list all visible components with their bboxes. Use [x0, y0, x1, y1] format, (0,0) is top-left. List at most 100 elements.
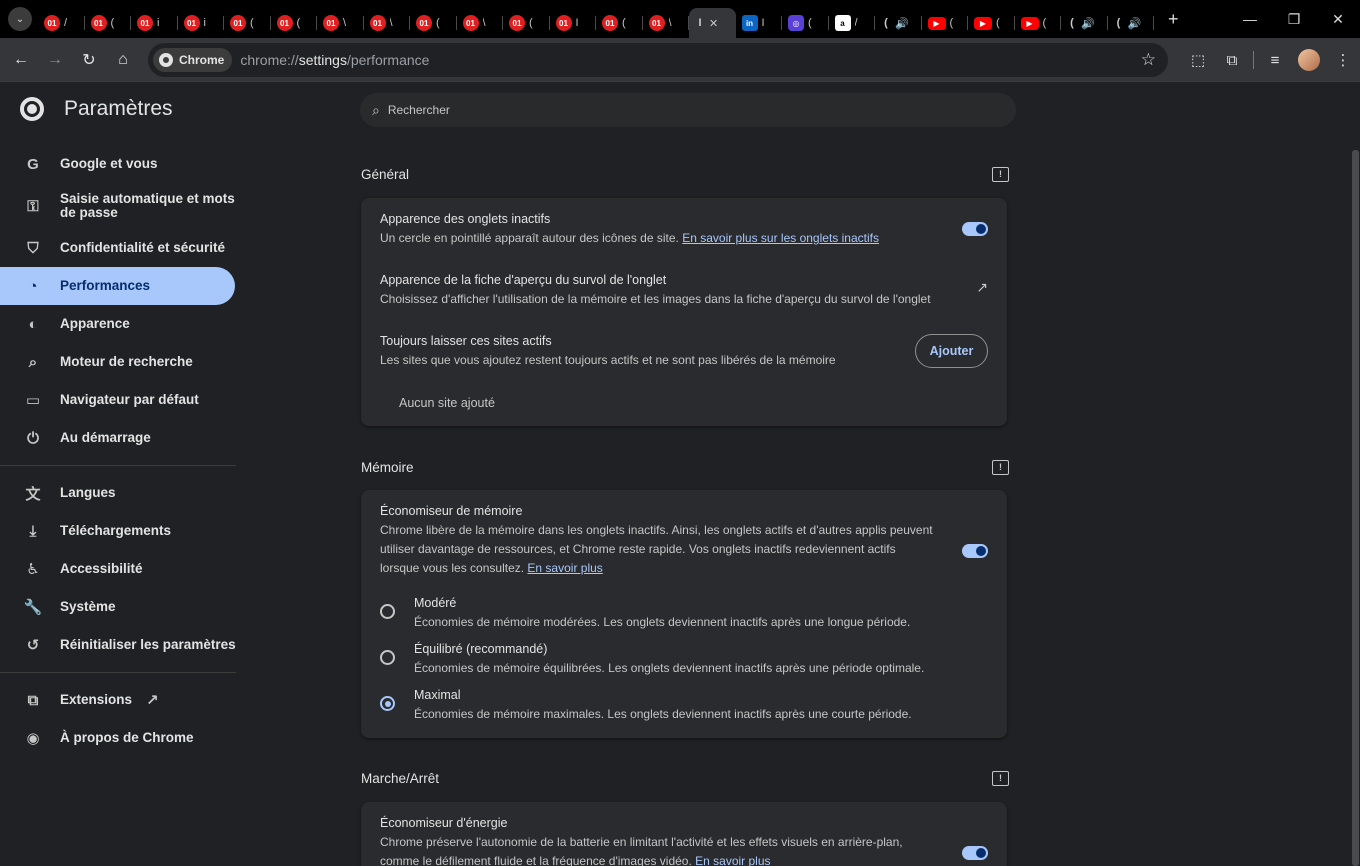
tab-search-button[interactable]: ⌄ — [8, 7, 32, 31]
profile-avatar[interactable] — [1292, 43, 1326, 77]
address-bar[interactable]: Chrome chrome://settings/performance ☆ — [148, 43, 1168, 77]
memory-saver-row[interactable]: Économiseur de mémoire Chrome libère de … — [380, 502, 988, 580]
extension-icon[interactable]: ⬚ — [1181, 43, 1215, 77]
radio-button-selected[interactable] — [380, 696, 395, 711]
add-site-button[interactable]: Ajouter — [915, 334, 988, 368]
sidebar-item-accessibility[interactable]: ♿ Accessibilité — [0, 550, 240, 588]
browser-tab[interactable]: 01 \ — [643, 8, 690, 38]
memory-option-moderate[interactable]: Modéré Économies de mémoire modérées. Le… — [380, 594, 988, 634]
feedback-icon[interactable]: ! — [992, 770, 1009, 786]
memory-card: Économiseur de mémoire Chrome libère de … — [361, 490, 1007, 738]
browser-tab[interactable]: (🔊 — [875, 8, 922, 38]
memory-saver-toggle[interactable] — [962, 544, 988, 558]
tab-favicon: 01 — [555, 15, 572, 31]
settings-search-input[interactable]: ⌕ Rechercher — [360, 93, 1016, 127]
tab-title: ( — [1042, 17, 1047, 29]
browser-tab[interactable]: 01( — [410, 8, 457, 38]
browser-tab[interactable]: 01 \ — [457, 8, 504, 38]
browser-tab[interactable]: (🔊 — [1061, 8, 1108, 38]
energy-saver-toggle[interactable] — [962, 846, 988, 860]
feedback-icon[interactable]: ! — [992, 166, 1009, 182]
browser-tab[interactable]: ▶( — [968, 8, 1015, 38]
sidebar-item-default-browser[interactable]: ▭ Navigateur par défaut — [0, 381, 240, 419]
scrollbar-thumb[interactable] — [1352, 150, 1359, 866]
browser-tab[interactable]: a / — [829, 8, 876, 38]
media-queue-icon[interactable]: ≡ — [1258, 43, 1292, 77]
browser-tab[interactable]: in I — [736, 8, 783, 38]
back-button[interactable]: ← — [4, 43, 38, 77]
sidebar-item-reset[interactable]: ↺ Réinitialiser les paramètres — [0, 626, 240, 664]
tab-active[interactable]: I ✕ — [689, 8, 736, 38]
sidebar-item-languages[interactable]: 文 Langues — [0, 474, 240, 512]
tab-favicon: 01 — [183, 15, 200, 31]
tab-favicon: 01 — [509, 15, 525, 31]
tab-title: ( — [296, 17, 301, 29]
browser-tab[interactable]: 01 I — [550, 8, 597, 38]
browser-tab[interactable]: (🔊 — [1108, 8, 1155, 38]
open-external-icon[interactable]: ↗ — [976, 279, 988, 296]
home-button[interactable]: ⌂ — [106, 43, 140, 77]
browser-tab[interactable]: ◎( — [782, 8, 829, 38]
settings-nav: G Google et vous ⚿ Saisie automatique et m… — [0, 145, 240, 757]
close-icon[interactable]: ✕ — [1316, 0, 1360, 38]
row-subtitle: utiliser davantage de ressources, et Chr… — [380, 542, 896, 556]
hover-card-row[interactable]: Apparence de la fiche d'aperçu du survol… — [380, 271, 988, 311]
browser-tab[interactable]: 01 \ — [364, 8, 411, 38]
feedback-icon[interactable]: ! — [992, 459, 1009, 475]
restore-icon[interactable]: ❐ — [1272, 0, 1316, 38]
sidebar-item-performance[interactable]: ◔ Performances — [0, 267, 235, 305]
tab-favicon: ▶ — [974, 16, 992, 30]
browser-tab[interactable]: 01( — [596, 8, 643, 38]
sidebar-item-downloads[interactable]: ⤓ Téléchargements — [0, 512, 240, 550]
extensions-puzzle-icon[interactable]: ⧉ — [1215, 43, 1249, 77]
radio-button[interactable] — [380, 604, 395, 619]
site-info-chip[interactable]: Chrome — [153, 48, 233, 72]
browser-tab[interactable]: 01 i — [131, 8, 178, 38]
key-icon: ⚿ — [27, 197, 39, 215]
page-scrollbar[interactable] — [1351, 136, 1360, 866]
sidebar-item-about[interactable]: ◉ À propos de Chrome — [0, 719, 240, 757]
browser-tab[interactable]: 01 \ — [317, 8, 364, 38]
sidebar-item-system[interactable]: 🔧 Système — [0, 588, 240, 626]
memory-option-maximal[interactable]: Maximal Économies de mémoire maximales. … — [380, 686, 988, 726]
row-subtitle-text: Un cercle en pointillé apparaît autour d… — [380, 231, 679, 245]
speedometer-icon: ◔ — [28, 277, 38, 295]
browser-tab[interactable]: 01( — [85, 8, 132, 38]
browser-tab[interactable]: 01 / — [38, 8, 85, 38]
sidebar-item-appearance[interactable]: ◐ Apparence — [0, 305, 240, 343]
browser-tab[interactable]: 01( — [271, 8, 318, 38]
memory-option-balanced[interactable]: Équilibré (recommandé) Économies de mémo… — [380, 640, 988, 680]
reload-button[interactable]: ↻ — [72, 43, 106, 77]
sidebar-item-search-engine[interactable]: ⌕ Moteur de recherche — [0, 343, 240, 381]
search-placeholder: Rechercher — [387, 103, 450, 117]
tab-title: ( — [808, 17, 812, 29]
sidebar-item-autofill[interactable]: ⚿ Saisie automatique et mots de passe — [0, 183, 240, 229]
inactive-tabs-toggle[interactable] — [962, 222, 988, 236]
bookmark-star-icon[interactable]: ☆ — [1141, 50, 1156, 70]
sidebar-item-privacy[interactable]: ⛉ Confidentialité et sécurité — [0, 229, 240, 267]
sidebar-item-startup[interactable]: ⏻ Au démarrage — [0, 419, 240, 457]
url-host: settings — [298, 52, 347, 68]
forward-button[interactable]: → — [38, 43, 72, 77]
sidebar-divider — [0, 465, 236, 466]
energy-learn-more-link[interactable]: En savoir plus — [695, 854, 770, 866]
browser-tab[interactable]: 01( — [224, 8, 271, 38]
inactive-tabs-learn-more-link[interactable]: En savoir plus sur les onglets inactifs — [682, 231, 879, 245]
inactive-tabs-row[interactable]: Apparence des onglets inactifs Un cercle… — [380, 210, 988, 250]
browser-tab[interactable]: 01 i — [178, 8, 225, 38]
radio-button[interactable] — [380, 650, 395, 665]
browser-tab[interactable]: ▶( — [1015, 8, 1062, 38]
memory-learn-more-link[interactable]: En savoir plus — [527, 561, 602, 575]
tab-close-icon[interactable]: ✕ — [709, 17, 718, 30]
sidebar-item-google[interactable]: G Google et vous — [0, 145, 240, 183]
menu-kebab-icon[interactable]: ⋮ — [1326, 43, 1360, 77]
browser-tab[interactable]: ▶( — [922, 8, 969, 38]
minimize-icon[interactable]: — — [1228, 0, 1272, 38]
tab-favicon: ◎ — [788, 15, 804, 31]
sidebar-item-extensions[interactable]: ⧉ Extensions ↗ — [0, 681, 240, 719]
browser-tab[interactable]: 01( — [503, 8, 550, 38]
settings-brand: Paramètres — [20, 97, 173, 121]
new-tab-button[interactable]: + — [1168, 9, 1188, 30]
tab-favicon: ( — [1116, 17, 1121, 29]
energy-saver-row[interactable]: Économiseur d'énergie Chrome préserve l'… — [380, 814, 988, 866]
